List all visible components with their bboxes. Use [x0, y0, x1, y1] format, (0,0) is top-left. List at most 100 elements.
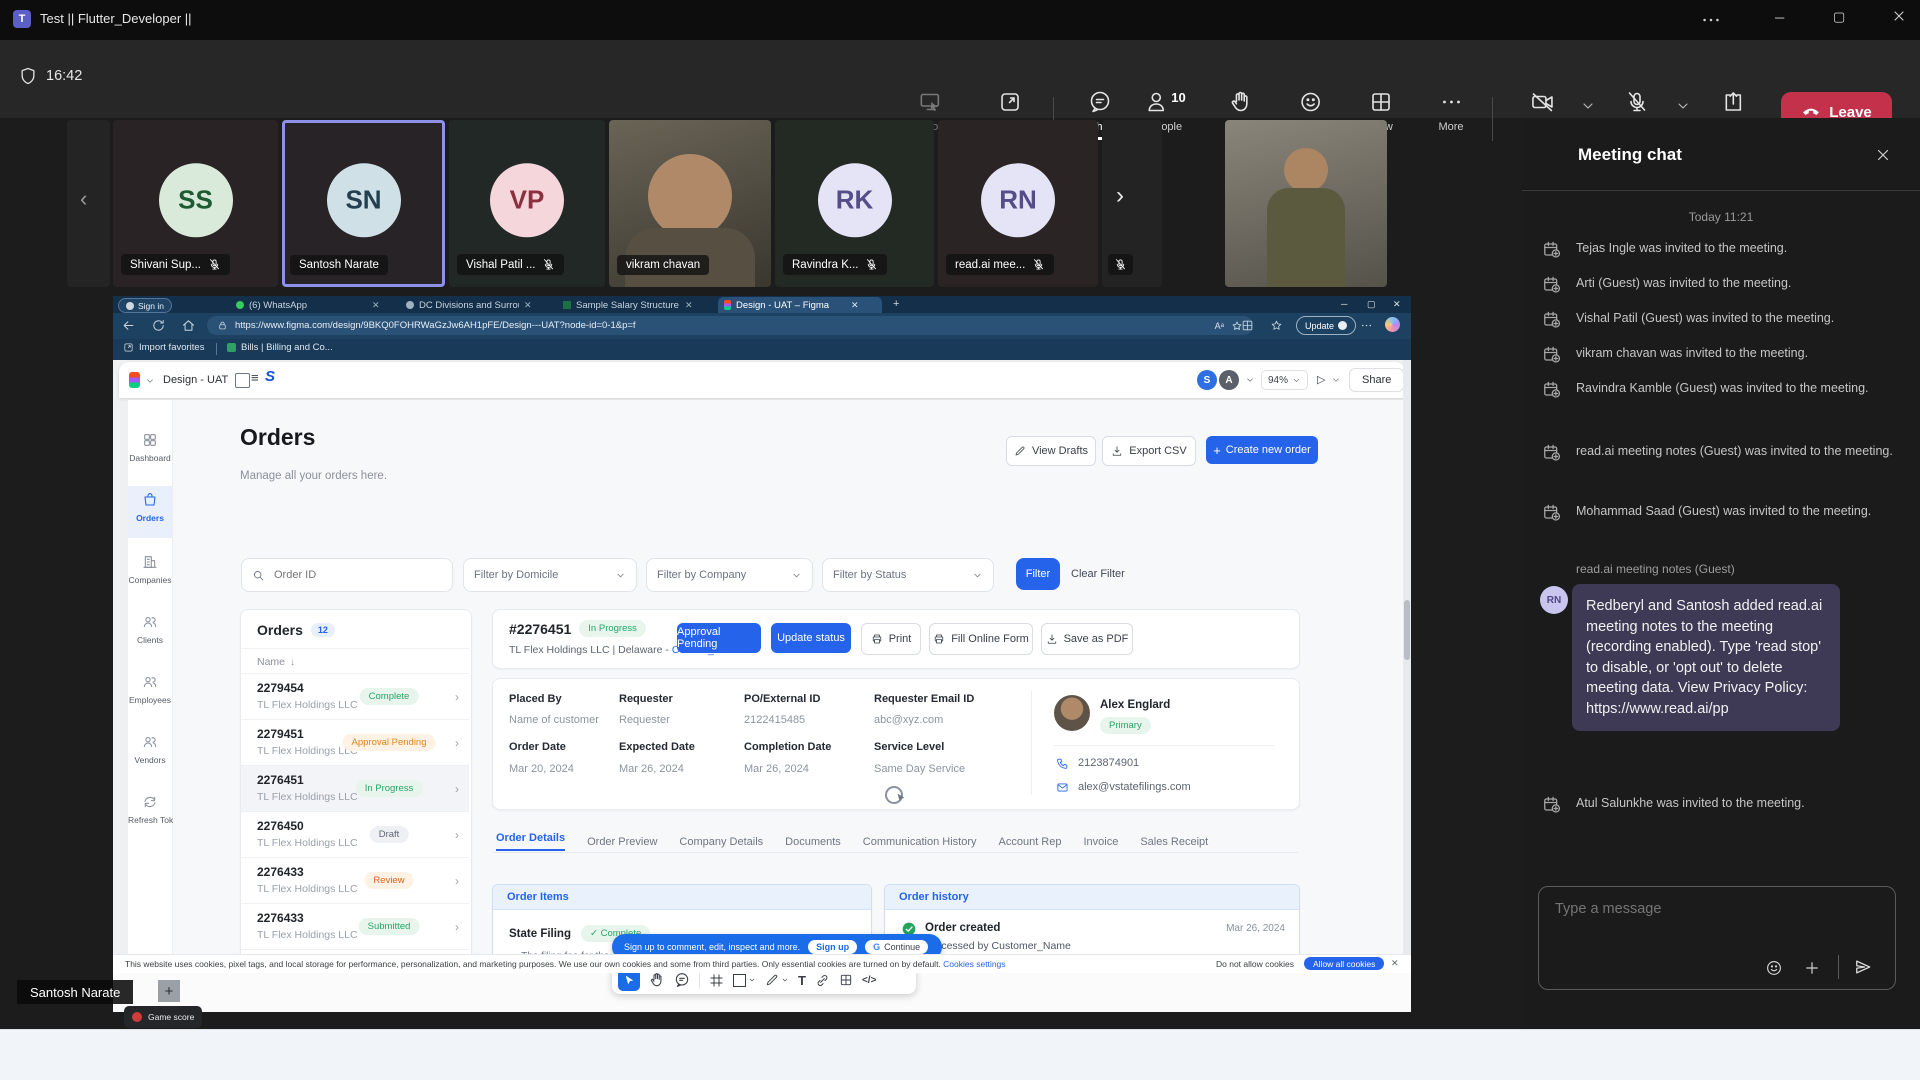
- update-status-button[interactable]: Update status: [771, 623, 851, 653]
- maximize-button[interactable]: ▢: [1833, 9, 1845, 25]
- figma-doc-title[interactable]: Design - UAT: [163, 374, 228, 386]
- update-button[interactable]: Update: [1296, 316, 1356, 335]
- create-new-order-button[interactable]: +Create new order: [1206, 436, 1318, 464]
- zoom-control[interactable]: 94%: [1261, 370, 1308, 390]
- order-row[interactable]: 2279451TL Flex Holdings LLC Approval Pen…: [241, 719, 469, 766]
- send-icon[interactable]: [1853, 957, 1873, 977]
- tab-company-details[interactable]: Company Details: [679, 836, 763, 848]
- browser-more-icon[interactable]: [1360, 319, 1374, 333]
- comment-tool-icon[interactable]: [674, 972, 690, 988]
- filter-domicile-dropdown[interactable]: Filter by Domicile: [463, 558, 637, 592]
- order-row-selected[interactable]: 2276451TL Flex Holdings LLC In Progress›: [241, 765, 469, 812]
- cookie-settings-link[interactable]: Cookies settings: [943, 959, 1005, 969]
- hand-tool-icon[interactable]: [649, 972, 665, 988]
- browser-signin-button[interactable]: Sign in: [118, 298, 172, 313]
- browser-tab-whatsapp[interactable]: (6) WhatsApp ✕: [230, 297, 402, 313]
- code-tool-icon[interactable]: </>: [862, 975, 876, 986]
- read-aloud-icon[interactable]: Aᵃ: [1215, 321, 1224, 331]
- game-score-widget[interactable]: Game score: [124, 1006, 202, 1028]
- browser-minimize-icon[interactable]: ─: [1341, 299, 1347, 309]
- extensions-icon[interactable]: [1241, 319, 1255, 333]
- browser-tab-figma-active[interactable]: Design - UAT – Figma ✕: [718, 297, 882, 313]
- sidebar-item-vendors[interactable]: Vendors: [128, 734, 172, 765]
- order-id-input[interactable]: [272, 568, 416, 582]
- deny-cookies-button[interactable]: Do not allow cookies: [1216, 959, 1294, 969]
- chat-close-icon[interactable]: [1874, 146, 1892, 164]
- new-tab-icon[interactable]: +: [893, 298, 899, 310]
- column-header-name[interactable]: Name↓: [257, 656, 295, 668]
- order-row[interactable]: 2276450TL Flex Holdings LLC Draft›: [241, 811, 469, 858]
- present-chevron-icon[interactable]: [1331, 375, 1341, 385]
- export-csv-button[interactable]: Export CSV: [1102, 436, 1196, 466]
- browser-maximize-icon[interactable]: ▢: [1367, 299, 1376, 310]
- view-drafts-button[interactable]: View Drafts: [1006, 436, 1096, 466]
- video-tile[interactable]: RN read.ai mee...: [938, 120, 1098, 287]
- figma-pages-icon[interactable]: [235, 373, 250, 388]
- video-tile-camera-on[interactable]: [1225, 120, 1387, 287]
- order-id-search[interactable]: [241, 558, 453, 592]
- tab-close-icon[interactable]: ✕: [524, 300, 532, 311]
- avatars-chevron-icon[interactable]: [1245, 375, 1255, 385]
- tab-order-details[interactable]: Order Details: [496, 832, 565, 851]
- browser-close-icon[interactable]: ✕: [1393, 299, 1401, 310]
- camera-chevron-icon[interactable]: [1580, 98, 1596, 114]
- signup-button[interactable]: Sign up: [808, 940, 857, 954]
- collaborator-avatar[interactable]: S: [1197, 370, 1217, 390]
- video-tile-partial-left[interactable]: [67, 120, 110, 287]
- sidebar-item-orders[interactable]: Orders: [128, 492, 172, 523]
- figma-logo[interactable]: [129, 372, 140, 388]
- collaborator-avatar[interactable]: A: [1219, 370, 1239, 390]
- video-tile-active-speaker[interactable]: SN Santosh Narate: [282, 120, 445, 287]
- video-tile[interactable]: SS Shivani Sup...: [113, 120, 278, 287]
- frame-tool-icon[interactable]: [709, 973, 724, 988]
- contact-phone[interactable]: 2123874901: [1078, 757, 1139, 769]
- tab-invoice[interactable]: Invoice: [1083, 836, 1118, 848]
- continue-with-google-button[interactable]: GContinue: [865, 940, 928, 954]
- sidebar-item-refresh-token[interactable]: Refresh Token: [128, 794, 172, 825]
- more-button[interactable]: More: [1438, 90, 1463, 133]
- page-scrollbar-track[interactable]: [1403, 360, 1411, 1012]
- video-tile-camera-on[interactable]: vikram chavan: [609, 120, 771, 287]
- reload-icon[interactable]: [151, 318, 167, 334]
- bookmark-bills-billing[interactable]: Bills | Billing and Co...: [227, 342, 333, 353]
- sidebar-item-clients[interactable]: Clients: [128, 614, 172, 645]
- titlebar-more-icon[interactable]: [1700, 9, 1724, 31]
- filter-status-dropdown[interactable]: Filter by Status: [822, 558, 994, 592]
- emoji-icon[interactable]: [1765, 959, 1783, 977]
- resources-tool-icon[interactable]: [839, 973, 853, 987]
- tab-order-preview[interactable]: Order Preview: [587, 836, 657, 848]
- print-button[interactable]: Print: [861, 623, 921, 655]
- cookie-close-icon[interactable]: ✕: [1391, 958, 1399, 969]
- order-row[interactable]: 2276433TL Flex Holdings LLC Submitted›: [241, 903, 469, 950]
- minimize-button[interactable]: ─: [1775, 10, 1784, 25]
- back-icon[interactable]: [121, 318, 137, 334]
- sidebar-item-companies[interactable]: Companies: [128, 554, 172, 585]
- tab-account-rep[interactable]: Account Rep: [999, 836, 1062, 848]
- tab-close-icon[interactable]: ✕: [851, 300, 859, 311]
- presenter-add-button[interactable]: +: [158, 980, 180, 1002]
- tab-close-icon[interactable]: ✕: [372, 300, 380, 311]
- sidebar-item-dashboard[interactable]: Dashboard: [128, 432, 172, 463]
- filter-apply-button[interactable]: Filter: [1016, 558, 1060, 590]
- tiles-next-icon[interactable]: ›: [1116, 182, 1124, 210]
- clear-filter-button[interactable]: Clear Filter: [1071, 568, 1125, 580]
- copilot-icon[interactable]: [1385, 317, 1400, 332]
- present-icon[interactable]: ▷: [1317, 373, 1325, 386]
- video-tile-partial[interactable]: [1102, 120, 1162, 287]
- link-tool-icon[interactable]: [815, 973, 830, 988]
- tab-close-icon[interactable]: ✕: [685, 300, 693, 311]
- order-row[interactable]: 2276433TL Flex Holdings LLC Review›: [241, 857, 469, 904]
- close-button[interactable]: [1891, 8, 1911, 28]
- allow-cookies-button[interactable]: Allow all cookies: [1304, 957, 1384, 970]
- save-as-pdf-button[interactable]: Save as PDF: [1041, 623, 1133, 655]
- address-bar[interactable]: https://www.figma.com/design/9BKQ0FOHRWa…: [207, 316, 1253, 335]
- mic-chevron-icon[interactable]: [1675, 98, 1691, 114]
- figma-share-button[interactable]: Share: [1349, 368, 1404, 392]
- order-row[interactable]: 2279454TL Flex Holdings LLC Complete›: [241, 673, 469, 720]
- browser-tab-excel[interactable]: Sample Salary Structure with calc ✕: [557, 297, 715, 313]
- approval-pending-button[interactable]: Approval Pending: [677, 623, 761, 653]
- bookmark-import-favorites[interactable]: Import favorites: [123, 342, 204, 353]
- sidebar-item-employees[interactable]: Employees: [128, 674, 172, 705]
- tiles-prev-icon[interactable]: ‹: [80, 186, 87, 212]
- text-tool-icon[interactable]: T: [798, 973, 806, 988]
